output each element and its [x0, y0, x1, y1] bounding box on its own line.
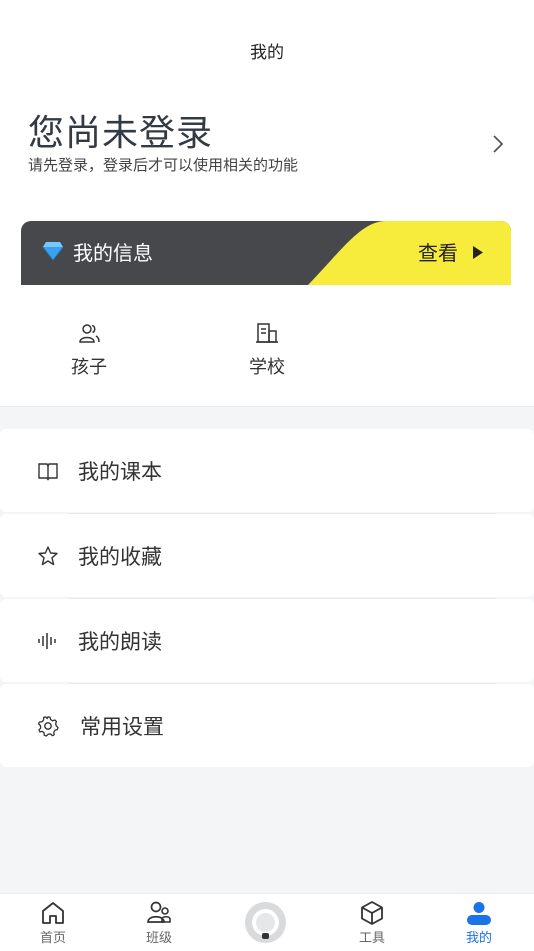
- menu-item-settings[interactable]: 常用设置: [0, 684, 534, 767]
- my-info-card[interactable]: 我的信息 查看: [21, 221, 511, 285]
- chevron-right-icon: [493, 135, 504, 153]
- login-title: 您尚未登录: [28, 113, 214, 154]
- class-icon: [147, 901, 171, 923]
- user-icon: [467, 902, 491, 925]
- tools-cube-icon: [361, 901, 383, 925]
- audio-wave-icon: [38, 633, 56, 649]
- quick-link-school[interactable]: 学校: [227, 321, 307, 379]
- star-icon: [38, 546, 58, 566]
- home-icon: [42, 902, 64, 924]
- settings-gear-icon: [37, 716, 59, 737]
- tab-label: 工具: [358, 931, 385, 946]
- page-title: 我的: [250, 43, 284, 63]
- menu-item-favorites[interactable]: 我的收藏: [0, 514, 534, 599]
- children-icon: [79, 324, 100, 343]
- login-prompt[interactable]: 您尚未登录 请先登录，登录后才可以使用相关的功能: [28, 100, 506, 180]
- top-section: 我的 您尚未登录 请先登录，登录后才可以使用相关的功能 我的信息 查看: [0, 0, 534, 285]
- my-info-label: 我的信息: [73, 241, 153, 265]
- tab-label: 班级: [145, 931, 172, 946]
- tab-home[interactable]: 首页: [0, 894, 106, 951]
- tab-mine[interactable]: 我的: [426, 894, 532, 951]
- tab-label: 首页: [39, 931, 66, 946]
- tab-tools[interactable]: 工具: [319, 894, 425, 951]
- quick-link-label: 孩子: [71, 357, 107, 378]
- tab-label: 我的: [465, 931, 492, 946]
- view-label: 查看: [418, 241, 458, 265]
- menu-item-label: 我的收藏: [78, 545, 162, 569]
- play-arrow-icon: [473, 246, 483, 259]
- menu-item-label: 我的课本: [78, 460, 162, 484]
- book-icon: [38, 463, 58, 481]
- menu-item-textbooks[interactable]: 我的课本: [0, 429, 534, 514]
- center-record-dot: [262, 933, 269, 939]
- login-subtitle: 请先登录，登录后才可以使用相关的功能: [28, 156, 299, 174]
- menu-item-readings[interactable]: 我的朗读: [0, 599, 534, 684]
- center-record-icon-core: [256, 913, 275, 932]
- school-icon: [256, 323, 278, 343]
- quick-link-label: 学校: [249, 357, 285, 378]
- diamond-icon: [42, 242, 64, 261]
- quick-link-children[interactable]: 孩子: [49, 321, 129, 379]
- menu-item-label: 常用设置: [80, 715, 164, 739]
- menu-list: 我的课本 我的收藏 我的朗读 常用设置: [0, 429, 534, 769]
- center-record-button[interactable]: [245, 902, 286, 943]
- quick-links: 孩子 学校: [0, 285, 534, 407]
- tab-class[interactable]: 班级: [106, 894, 212, 951]
- menu-item-label: 我的朗读: [78, 630, 162, 654]
